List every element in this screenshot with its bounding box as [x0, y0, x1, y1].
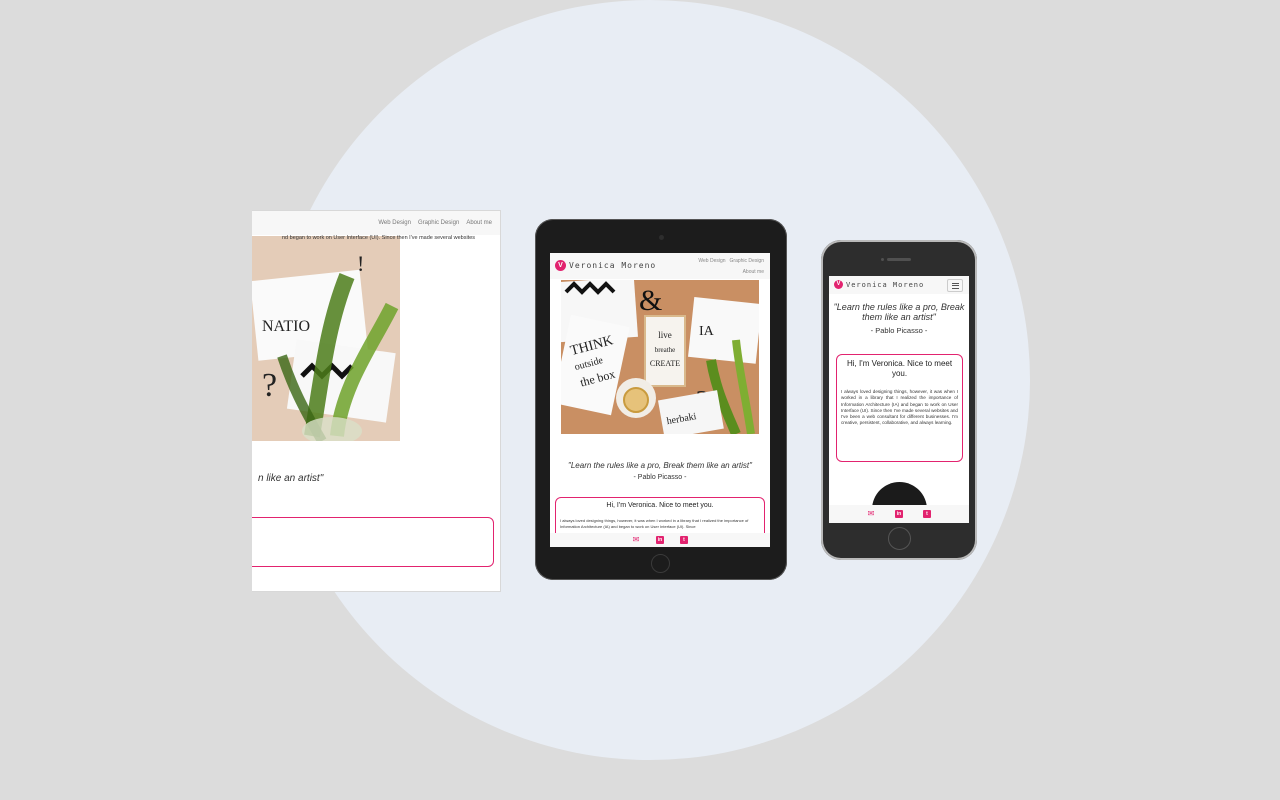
desktop-intro-card [252, 517, 494, 567]
phone-quote: "Learn the rules like a pro, Break them … [833, 302, 965, 322]
logo-mark: V [555, 260, 566, 271]
phone-screen: V Veronica Moreno "Learn the rules like … [829, 276, 969, 523]
desktop-hero-image: NATIO ? ! [252, 236, 400, 441]
envelope-icon[interactable]: ✉ [867, 510, 875, 518]
tablet-quote: "Learn the rules like a pro, Break them … [568, 461, 752, 470]
tablet-logo[interactable]: V Veronica Moreno [555, 260, 656, 271]
phone-header: V Veronica Moreno [829, 276, 969, 294]
phone-camera [881, 258, 884, 261]
linkedin-icon[interactable]: in [656, 536, 664, 544]
phone-card-title: Hi, I'm Veronica. Nice to meet you. [846, 359, 953, 378]
phone-mockup: V Veronica Moreno "Learn the rules like … [821, 240, 977, 560]
tablet-card-body: I always loved designing things, however… [560, 518, 749, 529]
svg-text:CREATE: CREATE [650, 359, 680, 368]
svg-text:live: live [658, 330, 672, 340]
tablet-nav: Web Design Graphic Design About me [684, 256, 764, 278]
svg-text:breathe: breathe [655, 346, 676, 354]
linkedin-icon[interactable]: in [895, 510, 903, 518]
tablet-screen: V Veronica Moreno Web Design Graphic Desi… [550, 253, 770, 547]
nav-web-design[interactable]: Web Design [698, 258, 725, 264]
tablet-quote-author: - Pablo Picasso - [633, 474, 687, 481]
tablet-hero-image: THINK outside the box & live breathe CRE… [561, 280, 759, 434]
tablet-footer: ✉ in t [550, 533, 770, 547]
phone-footer: ✉ in t [829, 505, 969, 523]
phone-intro-card: Hi, I'm Veronica. Nice to meet you. I al… [836, 354, 963, 462]
svg-text:NATIO: NATIO [262, 318, 310, 335]
nav-about-me[interactable]: About me [466, 220, 492, 226]
logo-text: Veronica Moreno [846, 280, 925, 289]
svg-text:?: ? [262, 367, 277, 404]
phone-speaker [887, 258, 911, 261]
phone-card-body: I always loved designing things, however… [841, 389, 958, 426]
desktop-nav: Web Design Graphic Design About me [252, 211, 500, 235]
tablet-card-title: Hi, I'm Veronica. Nice to meet you. [606, 502, 714, 509]
tablet-mockup: V Veronica Moreno Web Design Graphic Desi… [535, 219, 787, 580]
nav-web-design[interactable]: Web Design [378, 220, 411, 226]
desktop-card-text: nd began to work on User Interface (UI).… [282, 235, 476, 241]
tablet-camera [659, 235, 664, 240]
nav-graphic-design[interactable]: Graphic Design [730, 258, 764, 264]
logo-mark: V [834, 280, 843, 289]
logo-text: Veronica Moreno [569, 261, 657, 270]
desktop-quote: n like an artist" [258, 473, 324, 484]
twitter-icon[interactable]: t [923, 510, 931, 518]
nav-graphic-design[interactable]: Graphic Design [418, 220, 459, 226]
envelope-icon[interactable]: ✉ [632, 536, 640, 544]
phone-home-button [888, 527, 911, 550]
svg-text:&: & [639, 284, 662, 317]
desktop-mockup: Web Design Graphic Design About me NATIO… [252, 210, 501, 592]
phone-logo[interactable]: V Veronica Moreno [834, 280, 924, 289]
hamburger-menu-icon[interactable] [947, 279, 963, 292]
svg-text:IA: IA [699, 324, 715, 339]
phone-quote-author: - Pablo Picasso - [870, 326, 928, 335]
tablet-home-button [651, 554, 670, 573]
tablet-header: V Veronica Moreno Web Design Graphic Desi… [550, 253, 770, 279]
nav-about-me[interactable]: About me [743, 269, 764, 275]
twitter-icon[interactable]: t [680, 536, 688, 544]
svg-text:!: ! [357, 251, 364, 276]
